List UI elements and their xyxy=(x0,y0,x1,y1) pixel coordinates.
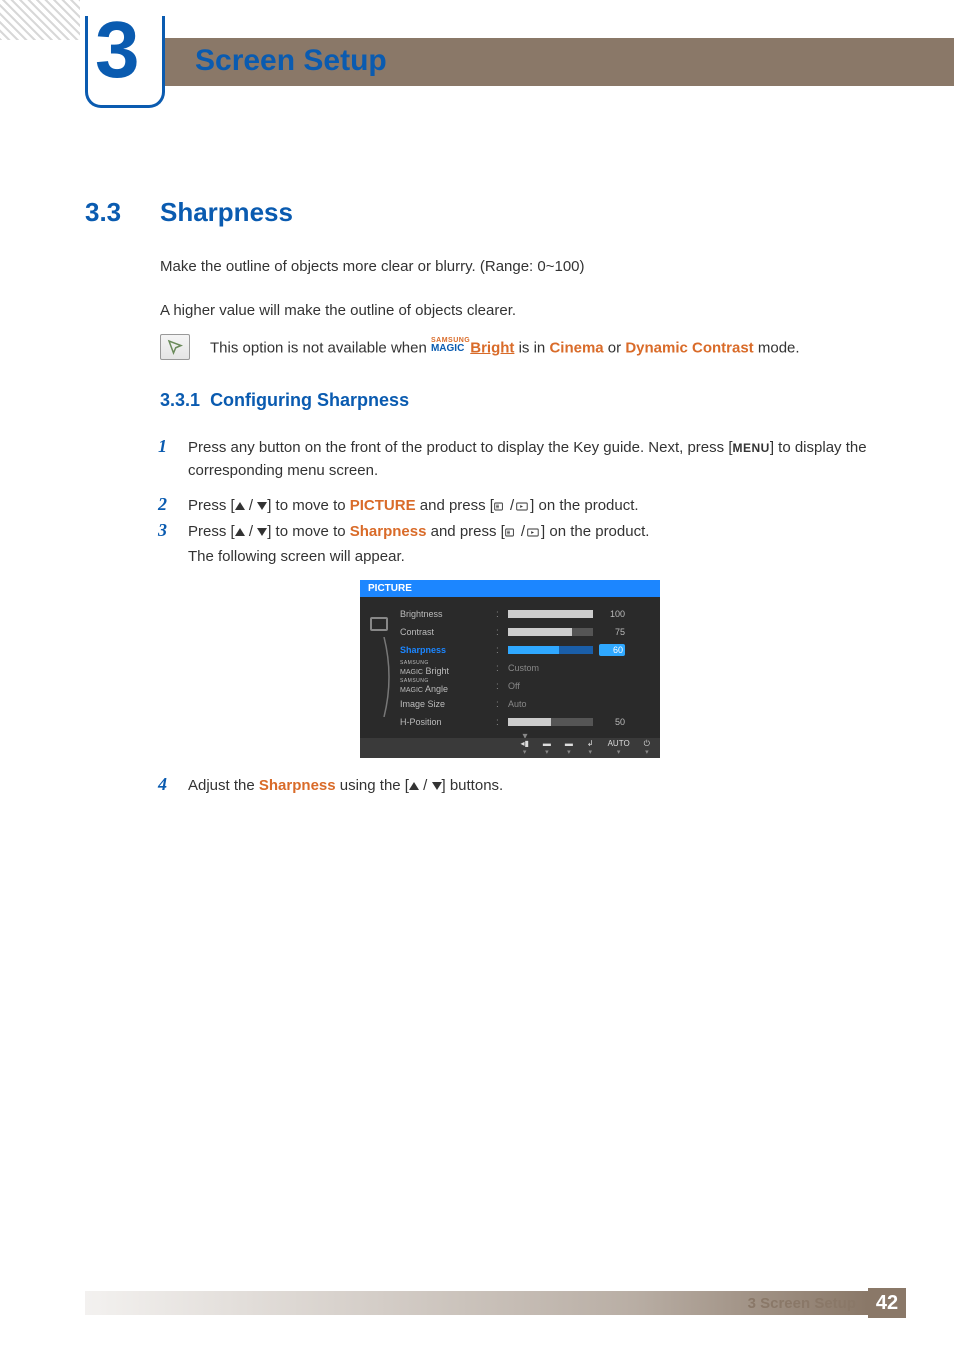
osd-row-sharpness: Sharpness: 60 xyxy=(400,641,650,659)
menu-key: MENU xyxy=(732,441,769,455)
osd-screenshot: PICTURE Brightness: 100 Contrast: 75 Sha… xyxy=(360,580,660,758)
up-arrow-icon xyxy=(409,782,419,790)
osd-power-icon: ⏻▾ xyxy=(644,740,650,756)
page-footer: 3 Screen Setup 42 xyxy=(85,1288,906,1318)
step-1: 1 Press any button on the front of the p… xyxy=(160,436,874,483)
osd-curve-icon xyxy=(380,637,396,717)
step-3: 3 Press [ / ] to move to Sharpness and p… xyxy=(160,520,874,544)
osd-row-brightness: Brightness: 100 xyxy=(400,605,650,623)
osd-minus-icon: ▬▾ xyxy=(543,740,551,756)
note-icon xyxy=(160,334,190,360)
footer-label: 3 Screen Setup xyxy=(748,1295,856,1312)
chapter-number: 3 xyxy=(95,10,140,90)
down-arrow-icon xyxy=(257,502,267,510)
section-title: Sharpness xyxy=(160,197,293,228)
up-arrow-icon xyxy=(235,528,245,536)
step-3-followup: The following screen will appear. xyxy=(188,548,874,565)
decorative-stripes xyxy=(0,0,80,40)
osd-row-hposition: H-Position: 50 xyxy=(400,713,650,731)
section-number: 3.3 xyxy=(85,197,121,228)
enter-icon: / xyxy=(505,520,541,543)
osd-row-magic-angle: SAMSUNGMAGIC Angle: Off xyxy=(400,677,650,695)
up-arrow-icon xyxy=(235,502,245,510)
step-4: 4 Adjust the Sharpness using the [ / ] b… xyxy=(160,774,874,797)
page-number: 42 xyxy=(868,1288,906,1318)
osd-enter-icon: ↲▾ xyxy=(587,740,594,756)
intro-paragraph-1: Make the outline of objects more clear o… xyxy=(160,256,874,278)
chapter-title: Screen Setup xyxy=(195,44,387,78)
osd-row-image-size: Image Size: Auto xyxy=(400,695,650,713)
osd-plus-icon: ▬▾ xyxy=(565,740,573,756)
osd-back-icon: ◂▮▾ xyxy=(520,740,528,756)
osd-row-contrast: Contrast: 75 xyxy=(400,623,650,641)
note-text: This option is not available when SAMSUN… xyxy=(210,338,800,356)
osd-footer: ◂▮▾ ▬▾ ▬▾ ↲▾ AUTO▾ ⏻▾ xyxy=(360,738,660,758)
step-2: 2 Press [ / ] to move to PICTURE and pre… xyxy=(160,494,874,518)
enter-icon: / xyxy=(494,494,530,517)
bright-link[interactable]: Bright xyxy=(470,339,514,356)
osd-brightness-fill xyxy=(508,610,593,618)
down-arrow-icon xyxy=(257,528,267,536)
osd-picture-icon xyxy=(370,617,388,631)
note-row: This option is not available when SAMSUN… xyxy=(160,334,874,360)
intro-paragraph-2: A higher value will make the outline of … xyxy=(160,300,874,322)
subsection-heading: 3.3.1 Configuring Sharpness xyxy=(160,390,409,411)
samsung-magic-label: SAMSUNGMAGIC xyxy=(431,338,470,353)
osd-header: PICTURE xyxy=(360,580,660,597)
osd-auto-label: AUTO▾ xyxy=(608,740,630,756)
osd-row-magic-bright: SAMSUNGMAGIC Bright: Custom xyxy=(400,659,650,677)
down-arrow-icon xyxy=(432,782,442,790)
